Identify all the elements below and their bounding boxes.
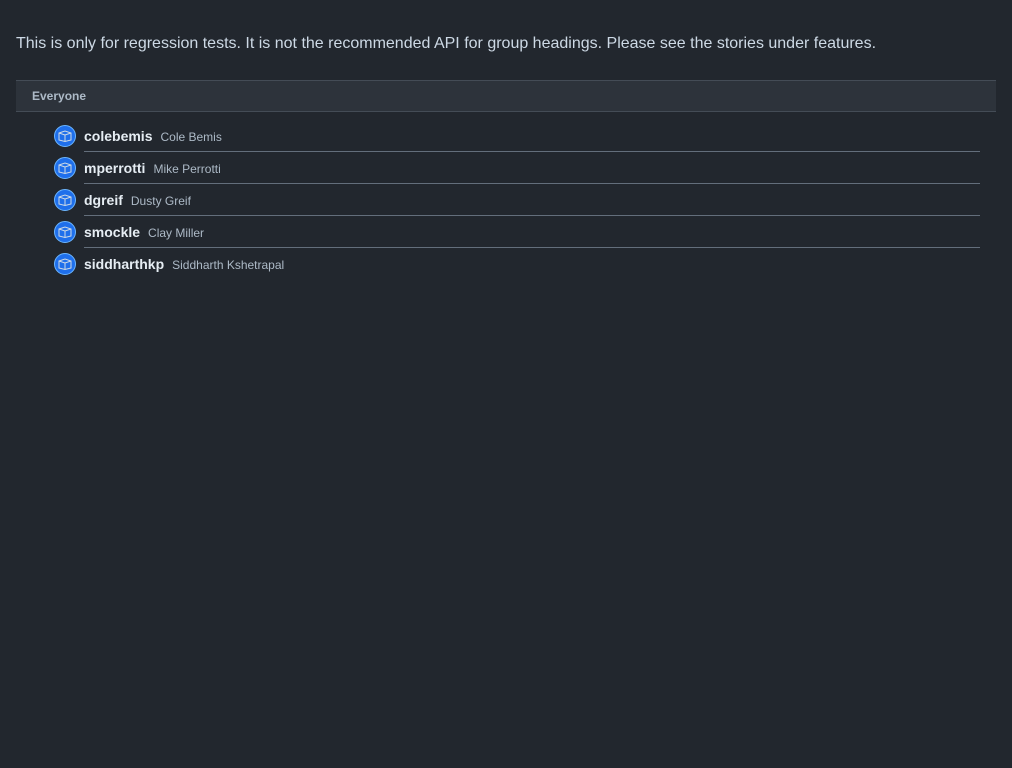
group-heading: Everyone bbox=[16, 80, 996, 112]
user-login: siddharthkp bbox=[84, 256, 165, 272]
list-item[interactable]: colebemis Cole Bemis bbox=[54, 120, 996, 152]
avatar-icon bbox=[54, 157, 76, 179]
list-item[interactable]: dgreif Dusty Greif bbox=[54, 184, 996, 216]
user-fullname: Cole Bemis bbox=[160, 129, 222, 144]
user-fullname: Dusty Greif bbox=[130, 193, 191, 208]
action-list: colebemis Cole Bemis mperrotti Mike Perr… bbox=[16, 120, 996, 280]
user-fullname: Clay Miller bbox=[148, 225, 205, 240]
user-fullname: Siddharth Kshetrapal bbox=[172, 258, 285, 272]
group-heading-label: Everyone bbox=[32, 89, 87, 103]
avatar-icon bbox=[54, 253, 76, 275]
list-item[interactable]: siddharthkp Siddharth Kshetrapal bbox=[54, 248, 996, 280]
user-fullname: Mike Perrotti bbox=[153, 161, 221, 176]
user-login: colebemis bbox=[84, 127, 153, 144]
user-login: dgreif bbox=[84, 191, 123, 208]
avatar-icon bbox=[54, 221, 76, 243]
user-login: smockle bbox=[84, 223, 141, 240]
avatar-icon bbox=[54, 189, 76, 211]
page: This is only for regression tests. It is… bbox=[0, 0, 1012, 280]
list-item[interactable]: smockle Clay Miller bbox=[54, 216, 996, 248]
intro-text: This is only for regression tests. It is… bbox=[16, 35, 877, 52]
list-item[interactable]: mperrotti Mike Perrotti bbox=[54, 152, 996, 184]
user-login: mperrotti bbox=[84, 159, 146, 176]
avatar-icon bbox=[54, 125, 76, 147]
